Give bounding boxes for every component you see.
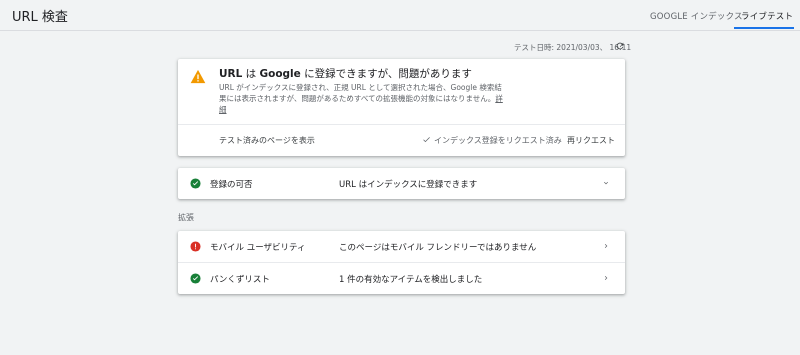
chevron-right-icon[interactable] (602, 242, 610, 250)
error-icon (190, 241, 201, 252)
title-particle: は (242, 68, 260, 80)
enhancements-section-label: 拡張 (178, 213, 194, 222)
enhancement-label: モバイル ユーザビリティ (210, 243, 306, 253)
title-url: URL (219, 68, 243, 80)
check-circle-icon (190, 273, 201, 284)
description-text: URL がインデックスに登録され、正規 URL として選択された場合、Googl… (219, 83, 502, 103)
warning-box (178, 59, 218, 97)
status-description: URL がインデックスに登録され、正規 URL として選択された場合、Googl… (219, 82, 509, 115)
status-title: URL は Google に登録できますが、問題があります (219, 66, 472, 81)
enhancement-row-breadcrumbs[interactable]: パンくずリスト 1 件の有効なアイテムを検出しました (178, 263, 625, 294)
availability-card[interactable]: 登録の可否 URL はインデックスに登録できます (178, 168, 625, 199)
rerequest-button[interactable]: 再リクエスト (567, 135, 615, 146)
top-bar: URL 検査 GOOGLE インデックス ライブテスト (0, 0, 800, 31)
enhancement-value: このページはモバイル フレンドリーではありません (339, 243, 537, 253)
enhancement-value: 1 件の有効なアイテムを検出しました (339, 275, 483, 285)
chevron-down-icon[interactable] (602, 179, 610, 187)
check-icon (423, 137, 430, 143)
title-suffix: に登録できますが、問題があります (300, 68, 472, 80)
test-date: テスト日時: 2021/03/03、 16:11 (514, 43, 632, 52)
enhancement-label: パンくずリスト (210, 275, 270, 285)
title-brand: Google (259, 68, 301, 80)
enhancement-row-mobile-usability[interactable]: モバイル ユーザビリティ このページはモバイル フレンドリーではありません (178, 231, 625, 262)
tab-live-test[interactable]: ライブテスト (741, 10, 793, 22)
view-tested-page-button[interactable]: テスト済みのページを表示 (219, 135, 315, 146)
chevron-right-icon[interactable] (602, 274, 610, 282)
enhancements-card: モバイル ユーザビリティ このページはモバイル フレンドリーではありません パン… (178, 231, 625, 294)
availability-label: 登録の可否 (210, 180, 253, 190)
warning-icon (190, 69, 206, 84)
index-requested-label: インデックス登録をリクエスト済み (434, 136, 562, 145)
divider (178, 124, 625, 125)
availability-value: URL はインデックスに登録できます (339, 180, 478, 190)
tab-google-index[interactable]: GOOGLE インデックス (650, 10, 743, 22)
check-circle-icon (190, 178, 201, 189)
status-card: URL は Google に登録できますが、問題があります URL がインデック… (178, 59, 625, 156)
refresh-icon[interactable] (615, 41, 625, 51)
active-tab-indicator (734, 27, 794, 29)
page-title: URL 検査 (12, 10, 68, 25)
availability-row[interactable]: 登録の可否 URL はインデックスに登録できます (178, 168, 625, 199)
